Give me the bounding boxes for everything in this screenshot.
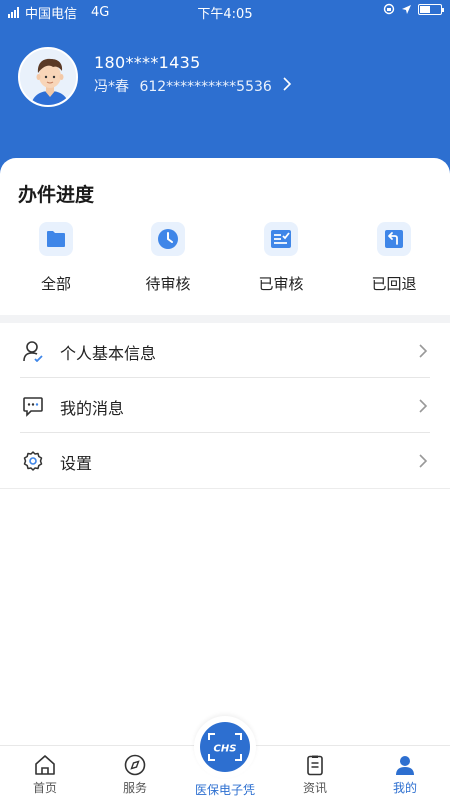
menu-label-settings: 设置 (60, 454, 93, 473)
tab-label-ehealth-card: 医保电子凭证 (194, 783, 255, 797)
tab-label-services: 服务 (122, 781, 147, 795)
checklist-icon (264, 222, 298, 256)
avatar[interactable] (18, 47, 78, 107)
menu-item-personal-info[interactable]: 个人基本信息 (20, 323, 430, 378)
section-divider (0, 315, 450, 323)
chs-badge-text: CHS (214, 744, 237, 755)
progress-item-all[interactable]: 全部 (11, 222, 101, 294)
clock-icon (151, 222, 185, 256)
folder-icon (39, 222, 73, 256)
location-icon (402, 4, 411, 14)
progress-item-pending[interactable]: 待审核 (123, 222, 213, 294)
tab-services[interactable]: 服务 (100, 754, 170, 796)
user-id-number: 612**********5536 (139, 79, 272, 95)
user-identity[interactable]: 冯*春 612**********5536 (94, 76, 272, 96)
progress-title: 办件进度 (18, 184, 95, 206)
rotation-lock-icon (383, 3, 395, 15)
tab-ehealth-card[interactable]: CHS 医保电子凭证 (190, 716, 260, 800)
progress-label-reviewed: 已审核 (258, 275, 304, 293)
tab-news[interactable]: 资讯 (280, 754, 350, 796)
gear-icon (23, 451, 43, 471)
battery-icon (418, 3, 444, 15)
chevron-right-icon (419, 344, 428, 358)
compass-icon (124, 754, 146, 776)
tab-mine[interactable]: 我的 (370, 754, 440, 796)
return-icon (377, 222, 411, 256)
user-name: 冯*春 (94, 79, 129, 95)
chevron-right-icon[interactable] (281, 76, 293, 92)
user-phone: 180****1435 (94, 53, 201, 72)
menu-divider (0, 488, 450, 489)
progress-label-returned: 已回退 (371, 275, 417, 293)
progress-label-pending: 待审核 (145, 275, 191, 293)
progress-label-all: 全部 (40, 275, 71, 293)
center-tab-bubble: CHS (194, 716, 256, 778)
message-icon (23, 397, 43, 417)
menu-label-personal-info: 个人基本信息 (60, 344, 157, 363)
tab-label-mine: 我的 (392, 781, 417, 795)
progress-card: 办件进度 全部 待审核 已审核 已回退 (0, 158, 450, 315)
tab-label-news: 资讯 (302, 781, 327, 795)
status-bar: 中国电信 4G 下午4:05 (0, 0, 450, 22)
progress-item-returned[interactable]: 已回退 (349, 222, 439, 294)
chevron-right-icon (419, 399, 428, 413)
tab-home[interactable]: 首页 (10, 754, 80, 796)
settings-menu: 个人基本信息 我的消息 设置 (0, 323, 450, 488)
person-icon (396, 756, 414, 775)
progress-item-reviewed[interactable]: 已审核 (236, 222, 326, 294)
chs-scan-icon: CHS (200, 722, 250, 772)
chevron-right-icon (419, 454, 428, 468)
menu-label-messages: 我的消息 (60, 399, 125, 418)
tab-label-home: 首页 (32, 781, 57, 795)
person-icon (23, 341, 43, 362)
home-icon (35, 755, 55, 775)
bottom-tab-bar: 首页 服务 CHS 医保电子凭证 资讯 我的 (0, 716, 450, 800)
menu-item-messages[interactable]: 我的消息 (20, 378, 430, 433)
menu-item-settings[interactable]: 设置 (0, 433, 450, 488)
clipboard-icon (307, 755, 323, 776)
